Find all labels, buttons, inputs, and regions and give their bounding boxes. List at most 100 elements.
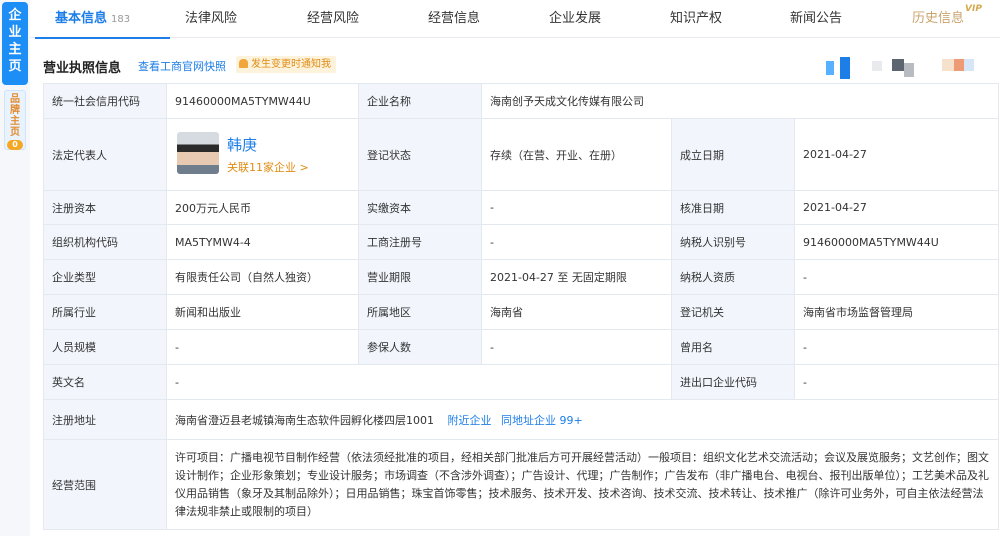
table-row: 注册地址 海南省澄迈县老城镇海南生态软件园孵化楼四层1001 附近企业 同地址企…: [43, 399, 999, 440]
blurred-icon: [826, 61, 834, 75]
org-code-value: MA5TYMW4-4: [166, 224, 359, 260]
change-notify-button[interactable]: 发生变更时通知我: [236, 56, 336, 73]
tab-basic-info-label: 基本信息: [55, 11, 108, 26]
table-row: 法定代表人 韩庚 关联11家企业 > 登记状态 存续（在营、开业、在册） 成立日…: [43, 118, 999, 191]
tab-operation-risk-label: 经营风险: [307, 11, 360, 26]
table-row: 组织机构代码 MA5TYMW4-4 工商注册号 - 纳税人识别号 9146000…: [43, 224, 999, 260]
legal-rep-cell: 韩庚 关联11家企业 >: [166, 118, 359, 191]
reg-status-value: 存续（在营、开业、在册）: [481, 118, 672, 191]
blurred-icon: [872, 61, 882, 71]
tab-operation-info-label: 经营信息: [428, 11, 481, 26]
tab-basic-info[interactable]: 基本信息 183: [34, 0, 171, 39]
bell-icon: [239, 59, 248, 68]
staff-label: 人员规模: [43, 329, 167, 365]
english-name-value: -: [166, 364, 672, 400]
tab-ip-label: 知识产权: [670, 11, 723, 26]
company-name-value: 海南创予天成文化传媒有限公司: [481, 83, 999, 119]
table-row: 人员规模 - 参保人数 - 曾用名 -: [43, 329, 999, 365]
address-label: 注册地址: [43, 399, 167, 440]
brand-count-badge: 0: [7, 140, 23, 150]
insured-value: -: [481, 329, 672, 365]
credit-code-label: 统一社会信用代码: [43, 83, 167, 119]
side-tab-brand-home[interactable]: 品牌主页 0: [4, 90, 26, 150]
table-row: 企业类型 有限责任公司（自然人独资） 营业期限 2021-04-27 至 无固定…: [43, 259, 999, 295]
side-tab-bar: 企业主页 品牌主页 0: [0, 0, 30, 536]
table-row: 英文名 - 进出口企业代码 -: [43, 364, 999, 400]
related-companies-link[interactable]: 关联11家企业 >: [227, 159, 309, 175]
side-tab-company-home-label: 企业主页: [8, 8, 22, 74]
table-row: 注册资本 200万元人民币 实缴资本 - 核准日期 2021-04-27: [43, 190, 999, 225]
region-label: 所属地区: [358, 294, 482, 330]
address-cell: 海南省澄迈县老城镇海南生态软件园孵化楼四层1001 附近企业 同地址企业 99+: [166, 399, 999, 440]
business-license-table: 统一社会信用代码 91460000MA5TYMW44U 企业名称 海南创予天成文…: [43, 83, 999, 530]
former-name-label: 曾用名: [671, 329, 795, 365]
former-name-value: -: [794, 329, 999, 365]
term-label: 营业期限: [358, 259, 482, 295]
english-name-label: 英文名: [43, 364, 167, 400]
tab-operation-info[interactable]: 经营信息: [428, 0, 480, 38]
insured-label: 参保人数: [358, 329, 482, 365]
top-tab-bar: 基本信息 183 法律风险 经营风险 经营信息 企业发展 知识产权 新闻公告 历史…: [30, 0, 1000, 39]
taxpayer-id-value: 91460000MA5TYMW44U: [794, 224, 999, 260]
blurred-icon: [954, 59, 964, 71]
org-code-label: 组织机构代码: [43, 224, 167, 260]
blurred-share-icons: [826, 57, 986, 83]
blurred-icon: [964, 59, 974, 71]
snapshot-link[interactable]: 查看工商官网快照: [138, 58, 226, 74]
vip-badge: VIP: [965, 4, 982, 14]
tab-legal-risk-label: 法律风险: [185, 11, 238, 26]
legal-rep-avatar[interactable]: [177, 131, 219, 174]
side-tab-brand-home-label: 品牌主页: [10, 94, 20, 138]
founded-value: 2021-04-27: [794, 118, 999, 191]
founded-label: 成立日期: [671, 118, 795, 191]
authority-label: 登记机关: [671, 294, 795, 330]
taxpayer-qual-value: -: [794, 259, 999, 295]
table-row: 经营范围 许可项目：广播电视节目制作经营（依法须经批准的项目，经相关部门批准后方…: [43, 439, 999, 530]
staff-value: -: [166, 329, 359, 365]
tab-operation-risk[interactable]: 经营风险: [307, 0, 359, 38]
tab-news[interactable]: 新闻公告: [790, 0, 842, 38]
capital-value: 200万元人民币: [166, 190, 359, 225]
same-address-link[interactable]: 同地址企业 99+: [501, 414, 583, 427]
nearby-companies-link[interactable]: 附近企业: [448, 414, 492, 427]
type-label: 企业类型: [43, 259, 167, 295]
tab-history[interactable]: 历史信息: [912, 0, 964, 38]
tab-development[interactable]: 企业发展: [549, 0, 601, 38]
approval-date-label: 核准日期: [671, 190, 795, 225]
import-export-value: -: [794, 364, 999, 400]
side-tab-company-home[interactable]: 企业主页: [2, 2, 28, 85]
blurred-icon: [840, 57, 850, 79]
table-row: 统一社会信用代码 91460000MA5TYMW44U 企业名称 海南创予天成文…: [43, 83, 999, 119]
term-value: 2021-04-27 至 无固定期限: [481, 259, 672, 295]
table-row: 所属行业 新闻和出版业 所属地区 海南省 登记机关 海南省市场监督管理局: [43, 294, 999, 330]
legal-rep-name[interactable]: 韩庚: [227, 134, 257, 155]
reg-status-label: 登记状态: [358, 118, 482, 191]
paid-capital-label: 实缴资本: [358, 190, 482, 225]
tab-legal-risk[interactable]: 法律风险: [185, 0, 237, 38]
reg-no-value: -: [481, 224, 672, 260]
tab-development-label: 企业发展: [549, 11, 602, 26]
blurred-icon: [942, 59, 954, 71]
type-value: 有限责任公司（自然人独资）: [166, 259, 359, 295]
industry-label: 所属行业: [43, 294, 167, 330]
capital-label: 注册资本: [43, 190, 167, 225]
tab-history-label: 历史信息: [912, 11, 965, 26]
taxpayer-qual-label: 纳税人资质: [671, 259, 795, 295]
scope-label: 经营范围: [43, 439, 167, 530]
tab-ip[interactable]: 知识产权: [670, 0, 722, 38]
tab-news-label: 新闻公告: [790, 11, 843, 26]
authority-value: 海南省市场监督管理局: [794, 294, 999, 330]
legal-rep-label: 法定代表人: [43, 118, 167, 191]
blurred-icon: [904, 63, 914, 77]
section-title: 营业执照信息: [43, 61, 122, 76]
change-notify-label: 发生变更时通知我: [251, 59, 331, 70]
company-name-label: 企业名称: [358, 83, 482, 119]
scope-value: 许可项目：广播电视节目制作经营（依法须经批准的项目，经相关部门批准后方可开展经营…: [166, 439, 999, 530]
region-value: 海南省: [481, 294, 672, 330]
tab-basic-info-count: 183: [111, 14, 131, 25]
import-export-label: 进出口企业代码: [671, 364, 795, 400]
address-value: 海南省澄迈县老城镇海南生态软件园孵化楼四层1001: [175, 413, 434, 427]
industry-value: 新闻和出版业: [166, 294, 359, 330]
credit-code-value: 91460000MA5TYMW44U: [166, 83, 359, 119]
approval-date-value: 2021-04-27: [794, 190, 999, 225]
